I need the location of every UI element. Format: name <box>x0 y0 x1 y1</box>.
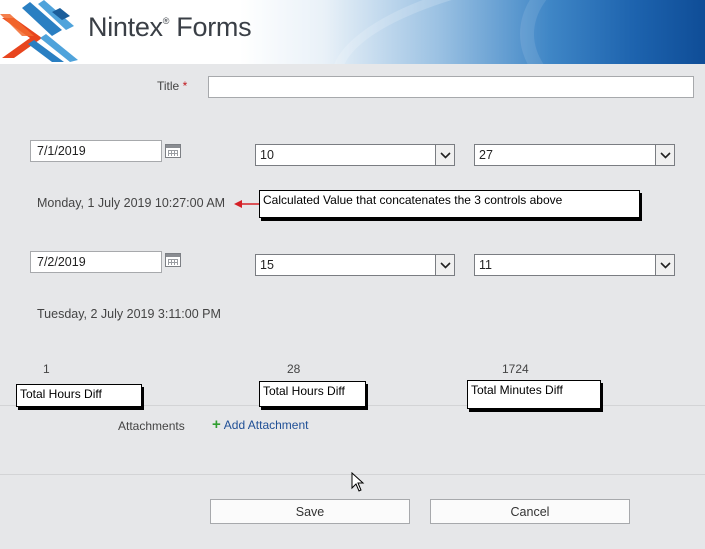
hours-select-1-value: 10 <box>260 148 274 162</box>
minutes-select-1-value: 27 <box>479 148 493 162</box>
hours-diff-value-2: 28 <box>287 362 301 376</box>
logo-text: Nintex® Forms <box>88 12 252 42</box>
calendar-icon[interactable] <box>165 144 181 158</box>
required-marker: * <box>182 79 188 93</box>
annotation-minutes-diff: Total Minutes Diff <box>467 380 601 409</box>
add-attachment-label: Add Attachment <box>223 418 309 432</box>
red-arrow-icon <box>234 200 261 208</box>
mouse-cursor-icon <box>351 472 365 492</box>
header-banner: Nintex® Forms <box>0 0 705 64</box>
annotation-hours-diff-1: Total Hours Diff <box>16 384 142 407</box>
title-input[interactable] <box>208 76 694 98</box>
calculated-value-2: Tuesday, 2 July 2019 3:11:00 PM <box>37 307 221 321</box>
minutes-select-1[interactable]: 27 <box>474 144 675 166</box>
minutes-diff-value: 1724 <box>502 362 529 376</box>
title-label: Title * <box>157 79 188 93</box>
hours-select-2-value: 15 <box>260 258 274 272</box>
attachments-label: Attachments <box>118 419 185 433</box>
cancel-button[interactable]: Cancel <box>430 499 630 524</box>
date-input-2[interactable]: 7/2/2019 <box>30 251 162 273</box>
date-input-1[interactable]: 7/1/2019 <box>30 140 162 162</box>
plus-icon: + <box>212 416 221 433</box>
hours-select-1[interactable]: 10 <box>255 144 455 166</box>
save-button[interactable]: Save <box>210 499 410 524</box>
hours-diff-value-1: 1 <box>43 362 50 376</box>
dropdown-arrow-icon[interactable] <box>435 255 454 275</box>
nintex-logo-icon <box>0 0 78 62</box>
banner-swoosh-2 <box>520 0 705 64</box>
annotation-hours-diff-2: Total Hours Diff <box>259 381 366 407</box>
hours-select-2[interactable]: 15 <box>255 254 455 276</box>
add-attachment-link[interactable]: + Add Attachment <box>212 416 309 433</box>
minutes-select-2-value: 11 <box>479 258 492 272</box>
annotation-calculated-value: Calculated Value that concatenates the 3… <box>259 190 640 218</box>
calculated-value-1: Monday, 1 July 2019 10:27:00 AM <box>37 196 226 210</box>
dropdown-arrow-icon[interactable] <box>435 145 454 165</box>
dropdown-arrow-icon[interactable] <box>655 255 674 275</box>
dropdown-arrow-icon[interactable] <box>655 145 674 165</box>
calendar-icon[interactable] <box>165 253 181 267</box>
minutes-select-2[interactable]: 11 <box>474 254 675 276</box>
